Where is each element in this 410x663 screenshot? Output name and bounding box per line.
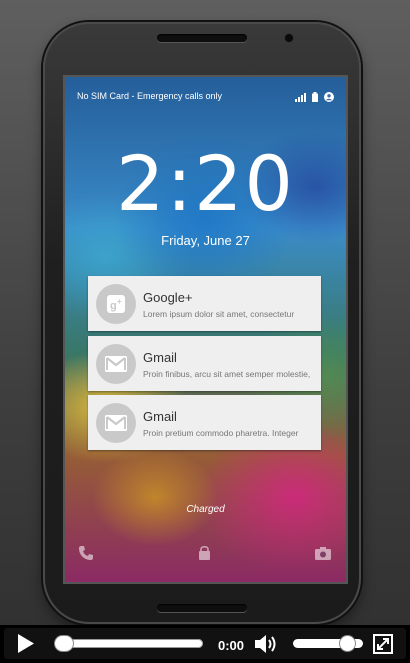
gmail-icon (96, 403, 136, 443)
google-plus-icon: g + (96, 284, 136, 324)
notification-text: Proin pretium commodo pharetra. Integer (143, 428, 299, 438)
notification-title: Google+ (143, 290, 193, 305)
bottom-speaker (157, 604, 247, 612)
volume-icon[interactable] (255, 634, 279, 659)
lockscreen-shortcuts (65, 543, 346, 563)
seek-bar[interactable] (55, 636, 203, 651)
notification-title: Gmail (143, 350, 177, 365)
notification-gmail-2[interactable]: Gmail Proin pretium commodo pharetra. In… (88, 395, 321, 450)
status-icons (295, 89, 334, 107)
phone-frame: No SIM Card - Emergency calls only 2:20 … (43, 22, 361, 624)
phone-icon[interactable] (78, 545, 94, 566)
notification-title: Gmail (143, 409, 177, 424)
notification-gmail-1[interactable]: Gmail Proin finibus, arcu sit amet sempe… (88, 336, 321, 391)
lock-icon[interactable] (198, 545, 211, 565)
notification-text: Proin finibus, arcu sit amet semper mole… (143, 369, 311, 379)
notification-text: Lorem ipsum dolor sit amet, consectetur (143, 309, 295, 319)
svg-text:+: + (117, 297, 122, 306)
video-controls: 0:00 (0, 625, 410, 663)
seek-handle[interactable] (55, 636, 73, 651)
front-camera (285, 34, 293, 42)
charging-status: Charged (186, 504, 225, 515)
lockscreen-date: Friday, June 27 (161, 233, 250, 248)
volume-handle[interactable] (339, 636, 355, 651)
battery-icon (312, 89, 318, 107)
carrier-status: No SIM Card - Emergency calls only (77, 91, 223, 101)
lockscreen: No SIM Card - Emergency calls only 2:20 … (63, 75, 348, 584)
account-icon[interactable] (324, 89, 334, 107)
lockscreen-clock: 2:20 (116, 139, 295, 228)
play-icon[interactable] (18, 634, 34, 658)
camera-icon[interactable] (315, 546, 331, 565)
volume-slider[interactable] (293, 636, 363, 651)
signal-icon (295, 89, 306, 107)
fullscreen-icon[interactable] (373, 634, 393, 659)
controls-bar: 0:00 (4, 628, 406, 659)
notification-googleplus[interactable]: g + Google+ Lorem ipsum dolor sit amet, c… (88, 276, 321, 331)
time-display: 0:00 (218, 638, 245, 653)
svg-text:g: g (110, 300, 117, 312)
top-speaker (157, 34, 247, 42)
gmail-icon (96, 344, 136, 384)
